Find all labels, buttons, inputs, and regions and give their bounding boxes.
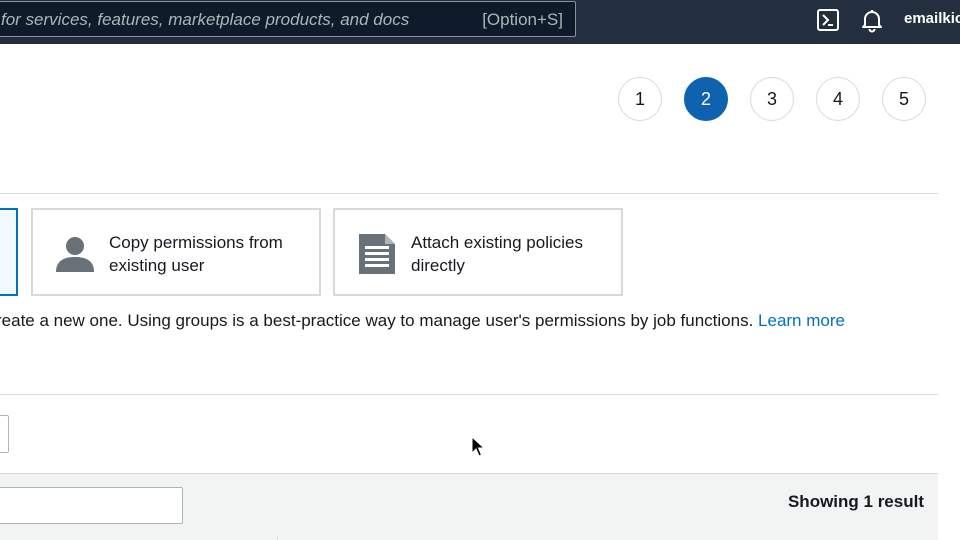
result-count: Showing 1 result: [787, 492, 924, 511]
create-group-button[interactable]: [0, 415, 9, 453]
user-icon: [53, 232, 97, 276]
wizard-step-1[interactable]: 1: [618, 77, 662, 121]
search-placeholder: for services, features, marketplace prod…: [1, 10, 410, 29]
section-divider: [0, 394, 938, 395]
cloudshell-icon[interactable]: [815, 7, 841, 33]
option-label: Copy permissions from existing user: [109, 233, 283, 275]
learn-more-link[interactable]: Learn more: [758, 311, 845, 330]
search-input[interactable]: for services, features, marketplace prod…: [0, 1, 576, 37]
table-filter-bar: Showing 1 result: [0, 473, 938, 540]
permissions-description: reate a new one. Using groups is a best-…: [0, 311, 845, 331]
description-text: reate a new one. Using groups is a best-…: [0, 311, 754, 330]
top-navigation-bar: for services, features, marketplace prod…: [0, 0, 960, 44]
mouse-cursor-icon: [471, 435, 486, 458]
option-copy-permissions[interactable]: Copy permissions from existing user: [31, 208, 321, 296]
filter-input[interactable]: [0, 487, 183, 524]
bell-icon[interactable]: [859, 7, 885, 33]
search-shortcut-hint: [Option+S]: [482, 10, 563, 29]
wizard-step-2[interactable]: 2: [684, 77, 728, 121]
wizard-step-5[interactable]: 5: [882, 77, 926, 121]
option-label: Attach existing policies directly: [411, 233, 583, 275]
option-add-user-to-group[interactable]: [0, 208, 18, 296]
section-divider: [0, 193, 938, 194]
option-attach-policies[interactable]: Attach existing policies directly: [333, 208, 623, 296]
account-menu[interactable]: emailkic: [904, 10, 960, 27]
wizard-step-4[interactable]: 4: [816, 77, 860, 121]
document-icon: [355, 232, 399, 276]
wizard-step-3[interactable]: 3: [750, 77, 794, 121]
